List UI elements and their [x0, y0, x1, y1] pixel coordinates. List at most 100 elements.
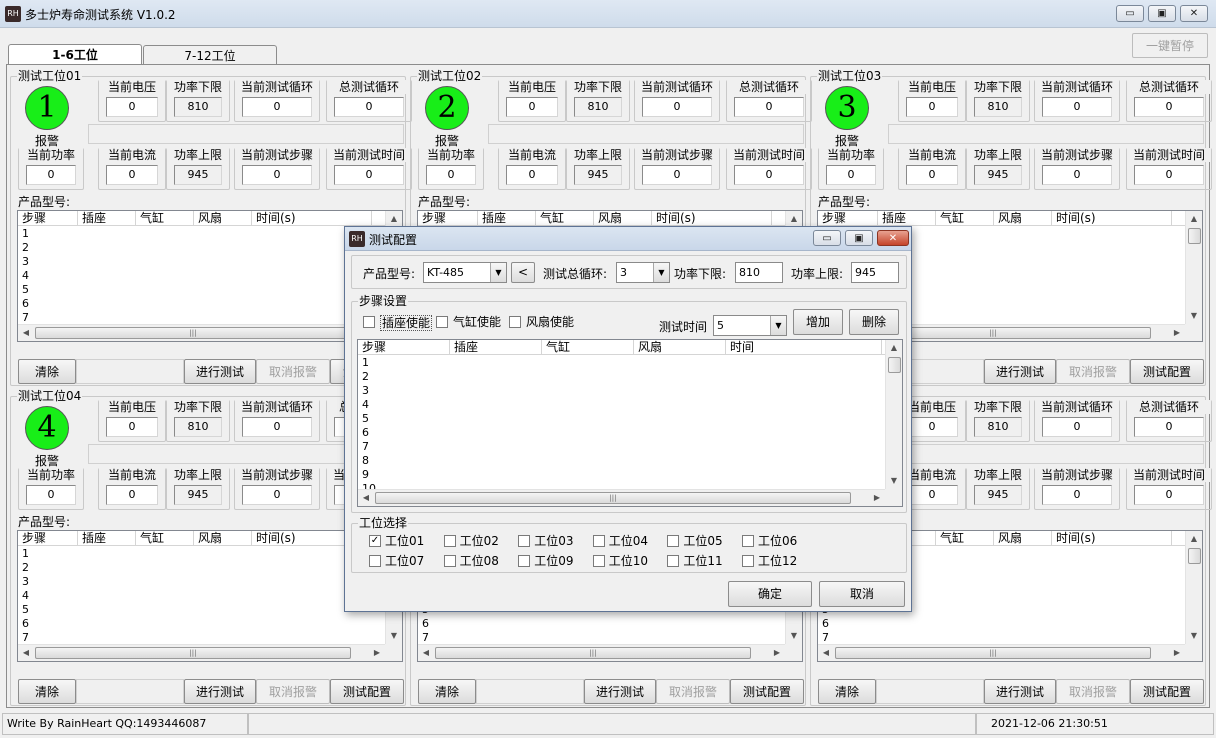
cycle-now-value[interactable]: 0 [1042, 97, 1112, 117]
list-row[interactable]: 5 [362, 412, 376, 426]
column-header[interactable]: 时间(s) [652, 211, 772, 226]
power-high-value[interactable]: 945 [574, 165, 622, 185]
column-header[interactable]: 气缸 [542, 340, 634, 355]
horizontal-scrollbar[interactable]: ◀|||▶ [18, 324, 385, 341]
dialog-model-select[interactable]: KT-485 ▼ [423, 262, 507, 283]
power-high-value[interactable]: 945 [174, 165, 222, 185]
scroll-right-icon[interactable]: ▶ [1169, 645, 1185, 661]
column-header[interactable]: 插座 [478, 211, 536, 226]
list-row[interactable]: 5 [22, 283, 29, 297]
horizontal-scrollbar[interactable]: ◀|||▶ [18, 644, 385, 661]
station-checkbox[interactable] [443, 555, 456, 567]
column-header[interactable]: 时间(s) [1052, 211, 1172, 226]
column-header[interactable]: 步骤 [418, 211, 478, 226]
time-now-value[interactable]: 0 [1134, 165, 1204, 185]
dialog-cycles-select[interactable]: 3 ▼ [616, 262, 670, 283]
column-header[interactable]: 步骤 [358, 340, 450, 355]
column-header[interactable]: 插座 [78, 211, 136, 226]
power-now-value[interactable]: 0 [26, 165, 76, 185]
current-now-value[interactable]: 0 [906, 485, 958, 505]
cycle-now-value[interactable]: 0 [1042, 417, 1112, 437]
close-button[interactable]: ✕ [1180, 5, 1208, 22]
list-row[interactable]: 2 [22, 561, 29, 575]
station-checkbox[interactable] [443, 535, 456, 547]
list-row[interactable]: 8 [362, 454, 376, 468]
station-checkbox[interactable] [518, 535, 531, 547]
station-checkbox[interactable] [742, 535, 754, 547]
cycle-total-value[interactable]: 0 [334, 97, 404, 117]
step-list[interactable]: 步骤插座气缸风扇时间12345678910▲▼◀|||▶ [357, 339, 903, 507]
list-row[interactable]: 1 [22, 547, 29, 561]
step-now-value[interactable]: 0 [1042, 165, 1112, 185]
power-now-value[interactable]: 0 [26, 485, 76, 505]
maximize-button[interactable]: ▣ [1148, 5, 1176, 22]
scroll-thumb[interactable] [1188, 228, 1201, 244]
column-header[interactable]: 时间(s) [252, 211, 372, 226]
step-now-value[interactable]: 0 [642, 165, 712, 185]
list-row[interactable]: 3 [22, 575, 29, 589]
scroll-up-icon[interactable]: ▲ [1186, 531, 1202, 547]
start-test-button[interactable]: 进行测试 [184, 359, 256, 384]
list-row[interactable]: 6 [22, 297, 29, 311]
scroll-thumb[interactable] [888, 357, 901, 373]
list-row[interactable]: 2 [362, 370, 376, 384]
horizontal-scrollbar[interactable]: ◀|||▶ [418, 644, 785, 661]
time-now-value[interactable]: 0 [1134, 485, 1204, 505]
scroll-left-icon[interactable]: ◀ [818, 645, 834, 661]
test-config-button[interactable]: 测试配置 [1130, 679, 1204, 704]
scroll-thumb[interactable]: ||| [835, 647, 1151, 659]
time-now-value[interactable]: 0 [734, 165, 804, 185]
test-time-select[interactable]: 5 ▼ [713, 315, 787, 336]
list-row[interactable]: 2 [22, 241, 29, 255]
current-now-value[interactable]: 0 [906, 165, 958, 185]
dialog-close-button[interactable]: ✕ [877, 230, 909, 246]
column-header[interactable]: 气缸 [936, 211, 994, 226]
clear-button[interactable]: 清除 [18, 679, 76, 704]
column-header[interactable]: 插座 [878, 211, 936, 226]
cycle-total-value[interactable]: 0 [1134, 97, 1204, 117]
voltage-value[interactable]: 0 [906, 417, 958, 437]
column-header[interactable]: 时间 [726, 340, 882, 355]
step-now-value[interactable]: 0 [242, 165, 312, 185]
step-now-value[interactable]: 0 [242, 485, 312, 505]
cycle-total-value[interactable]: 0 [1134, 417, 1204, 437]
station-checkbox[interactable]: ✓ [369, 535, 381, 547]
column-header[interactable]: 插座 [78, 531, 136, 546]
power-low-value[interactable]: 810 [174, 97, 222, 117]
clear-button[interactable]: 清除 [18, 359, 76, 384]
cancel-alarm-button[interactable]: 取消报警 [256, 679, 330, 704]
current-now-value[interactable]: 0 [506, 165, 558, 185]
dialog-power-high-input[interactable]: 945 [851, 262, 899, 283]
list-row[interactable]: 3 [362, 384, 376, 398]
scroll-left-icon[interactable]: ◀ [18, 325, 34, 341]
list-row[interactable]: 1 [362, 356, 376, 370]
list-row[interactable]: 6 [822, 617, 829, 631]
voltage-value[interactable]: 0 [106, 97, 158, 117]
cancel-alarm-button[interactable]: 取消报警 [256, 359, 330, 384]
scroll-up-icon[interactable]: ▲ [386, 211, 402, 227]
list-row[interactable]: 7 [422, 631, 429, 645]
current-now-value[interactable]: 0 [106, 485, 158, 505]
clear-button[interactable]: 清除 [818, 679, 876, 704]
clear-button[interactable]: 清除 [418, 679, 476, 704]
column-header[interactable]: 时间(s) [1052, 531, 1172, 546]
vertical-scrollbar[interactable]: ▲▼ [1185, 531, 1202, 644]
ok-button[interactable]: 确定 [728, 581, 812, 607]
column-header[interactable]: 风扇 [994, 211, 1052, 226]
scroll-up-icon[interactable]: ▲ [786, 211, 802, 227]
list-row[interactable]: 7 [22, 311, 29, 325]
scroll-thumb[interactable]: ||| [35, 327, 351, 339]
column-header[interactable]: 气缸 [136, 211, 194, 226]
power-low-value[interactable]: 810 [974, 417, 1022, 437]
test-config-button[interactable]: 测试配置 [330, 679, 404, 704]
horizontal-scrollbar[interactable]: ◀||| ▶ [818, 644, 1185, 661]
column-header[interactable]: 风扇 [194, 211, 252, 226]
scroll-right-icon[interactable]: ▶ [369, 645, 385, 661]
list-row[interactable]: 7 [362, 440, 376, 454]
column-header[interactable]: 风扇 [634, 340, 726, 355]
list-row[interactable]: 1 [22, 227, 29, 241]
test-config-button[interactable]: 测试配置 [730, 679, 804, 704]
dialog-maximize-button[interactable]: ▣ [845, 230, 873, 246]
fan-enable-checkbox[interactable] [509, 316, 521, 328]
step-now-value[interactable]: 0 [1042, 485, 1112, 505]
